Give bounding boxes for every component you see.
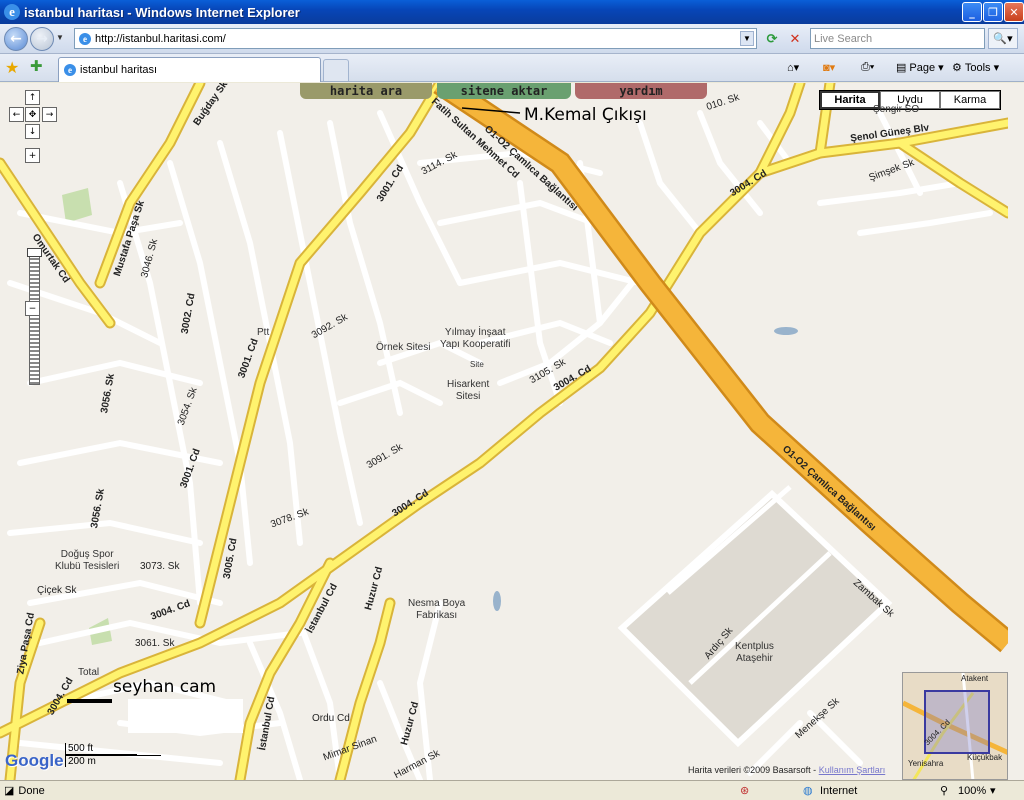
annotation-exit: M.Kemal Çıkışı — [524, 105, 647, 125]
pan-up-icon[interactable]: ↑ — [25, 90, 40, 105]
page-icon: ▤ — [896, 62, 907, 74]
scale-m: 200 m — [65, 755, 161, 767]
window-title: istanbul haritası - Windows Internet Exp… — [24, 4, 300, 20]
pan-center-icon[interactable]: ✥ — [25, 107, 40, 122]
zoom-level-icon[interactable]: ⚲ — [940, 784, 948, 797]
scale-bar: 500 ft 200 m — [65, 743, 161, 767]
feeds-icon[interactable]: ◙▾ — [823, 61, 835, 74]
globe-icon: ◍ — [803, 785, 813, 797]
poi-hisarkent: Hisarkent Sitesi — [447, 379, 490, 402]
address-dropdown-icon[interactable]: ▼ — [740, 31, 754, 46]
maximize-button[interactable]: ❐ — [983, 2, 1003, 22]
map-type-harita[interactable]: Harita — [820, 91, 880, 109]
page-icon: e — [64, 64, 76, 76]
ov-yenisahra: Yenisahra — [908, 759, 944, 768]
history-dropdown-icon[interactable]: ▼ — [56, 33, 64, 42]
road-3073: 3073. Sk — [140, 561, 180, 572]
road-3061: 3061. Sk — [135, 638, 175, 649]
pan-right-icon[interactable]: → — [42, 107, 57, 122]
poi-dogus: Doğuş Spor Klubü Tesisleri — [55, 549, 120, 572]
status-bar: ◪ Done ⊛ ◍ Internet ⚲ 100% ▾ — [0, 780, 1024, 800]
yardim-button[interactable]: yardım — [575, 83, 707, 99]
stop-icon[interactable]: ✕ — [786, 30, 804, 48]
poi-kentplus: Kentplus Ataşehir — [735, 641, 774, 664]
address-toolbar: ← → ▼ e http://istanbul.haritasi.com/ ▼ … — [0, 24, 1024, 54]
tools-menu-label: Tools — [964, 61, 991, 74]
refresh-icon[interactable]: ⟳ — [763, 30, 781, 48]
zoom-slider-thumb[interactable] — [27, 248, 42, 257]
zoom-level[interactable]: 100% — [958, 785, 986, 797]
annotation-company: seyhan cam — [113, 677, 217, 697]
sitene-aktar-button[interactable]: sitene aktar — [437, 83, 571, 99]
map-canvas[interactable]: harita ara sitene aktar yardım Harita Uy… — [0, 83, 1008, 780]
poi-nesma: Nesma Boya Fabrikası — [408, 598, 466, 621]
road-cicek: Çiçek Sk — [37, 585, 77, 596]
home-icon[interactable]: ⌂▾ — [787, 61, 799, 74]
search-button[interactable]: 🔍▾ — [988, 28, 1018, 49]
tools-menu[interactable]: ⚙ Tools ▾ — [952, 61, 999, 75]
white-box — [128, 699, 243, 733]
add-favorites-icon[interactable]: ✚ — [30, 57, 43, 75]
done-icon: ◪ — [4, 785, 15, 797]
back-button[interactable]: ← — [4, 27, 28, 51]
page-icon: e — [79, 32, 91, 45]
poi-ptt: Ptt — [257, 327, 270, 338]
zoom-dropdown-icon[interactable]: ▾ — [990, 784, 996, 797]
tab-istanbul-haritasi[interactable]: e istanbul haritası — [58, 57, 321, 82]
scale-ft: 500 ft — [65, 743, 137, 755]
forward-button[interactable]: → — [30, 27, 54, 51]
page-menu-label: Page — [909, 61, 936, 74]
ov-atakent: Atakent — [961, 674, 989, 683]
terms-link[interactable]: Kullanım Şartları — [819, 765, 886, 775]
status-text: Done — [18, 784, 45, 797]
close-button[interactable]: ✕ — [1004, 2, 1024, 22]
overview-map[interactable]: Atakent Yenisahra Küçükbak 3004. Cd — [902, 672, 1008, 780]
copyright: Harita verileri ©2009 Basarsoft - Kullan… — [688, 765, 885, 775]
poi-ornek: Örnek Sitesi — [376, 342, 431, 353]
google-logo[interactable]: Google — [5, 751, 64, 771]
poi-yilmay: Yılmay İnşaat Yapı Kooperatifi — [440, 327, 511, 350]
favorites-star-icon[interactable]: ★ — [5, 58, 19, 78]
harita-ara-button[interactable]: harita ara — [300, 83, 432, 99]
poi-site: Site — [470, 360, 484, 369]
title-bar: e istanbul haritası - Windows Internet E… — [0, 0, 1024, 24]
copyright-text: Harita verileri ©2009 Basarsoft - — [688, 765, 817, 775]
address-bar[interactable]: e http://istanbul.haritasi.com/ ▼ — [74, 28, 757, 49]
url-text[interactable]: http://istanbul.haritasi.com/ — [95, 33, 226, 45]
zoom-slider[interactable] — [29, 255, 40, 385]
map-type-karma[interactable]: Karma — [940, 91, 1000, 109]
gear-icon: ⚙ — [952, 62, 962, 74]
pan-down-icon[interactable]: ↓ — [25, 124, 40, 139]
road-ordu: Ordu Cd — [312, 713, 350, 724]
page-menu[interactable]: ▤ Page ▾ — [896, 61, 944, 75]
zone-text: Internet — [820, 784, 858, 797]
ie-icon: e — [4, 4, 20, 20]
poi-total: Total — [78, 667, 100, 678]
ov-kucukbak: Küçükbak — [967, 753, 1003, 762]
print-icon[interactable]: ⎙▾ — [861, 61, 874, 74]
zoom-out-icon[interactable]: − — [25, 301, 40, 316]
protected-mode-icon: ⊛ — [740, 785, 750, 797]
map-roads — [0, 83, 1008, 780]
minimize-button[interactable]: _ — [962, 2, 982, 22]
tab-label: istanbul haritası — [80, 64, 158, 76]
new-tab-button[interactable] — [323, 59, 349, 81]
tab-toolbar: ★ ✚ e istanbul haritası ⌂▾ ◙▾ ⎙▾ ▤ Page ▾ … — [0, 54, 1024, 82]
right-margin — [1008, 83, 1024, 780]
search-input[interactable]: Live Search — [810, 28, 985, 49]
poi-sengir: Şengir SO — [873, 104, 920, 115]
zoom-in-icon[interactable]: + — [25, 148, 40, 163]
pan-left-icon[interactable]: ← — [9, 107, 24, 122]
